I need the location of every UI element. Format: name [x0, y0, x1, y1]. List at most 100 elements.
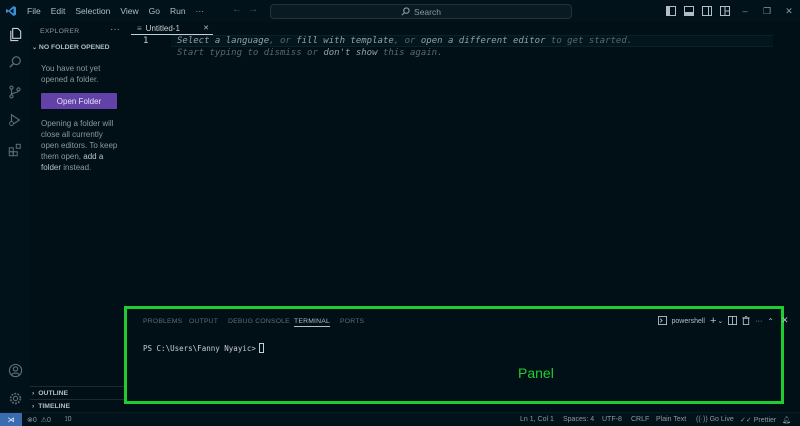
restore-icon[interactable]: ❐	[756, 0, 778, 22]
new-terminal-plus-icon[interactable]: +	[710, 315, 716, 327]
back-arrow-icon[interactable]: ←	[232, 4, 242, 15]
maximize-panel-chevron-up-icon[interactable]: ⌃	[767, 317, 774, 326]
menu-more[interactable]: ···	[191, 6, 210, 16]
forward-arrow-icon[interactable]: →	[248, 4, 258, 15]
search-icon	[401, 7, 410, 16]
line-ending[interactable]: CRLF	[631, 416, 649, 423]
no-folder-section-header[interactable]: ⌄ NO FOLDER OPENED	[32, 44, 110, 51]
editor-area[interactable]: 1 Select a language, or fill with templa…	[131, 35, 800, 305]
warning-count: 0	[47, 417, 51, 424]
search-placeholder: Search	[414, 6, 441, 17]
minimize-icon[interactable]: –	[734, 0, 756, 22]
terminal-prompt[interactable]: PS C:\Users\Fanny Nyayic>	[143, 343, 264, 353]
menu-view[interactable]: View	[115, 6, 143, 16]
activity-bar	[0, 22, 30, 412]
no-folder-message: You have not yet opened a folder.	[41, 63, 121, 85]
tab-terminal[interactable]: TERMINAL	[294, 318, 330, 327]
menu-selection[interactable]: Selection	[70, 6, 115, 16]
terminal-shell-name[interactable]: powershell	[672, 318, 705, 325]
no-folder-section-title: NO FOLDER OPENED	[38, 44, 110, 51]
dont-show-link[interactable]: don't show	[323, 48, 377, 58]
prettier-status[interactable]: ✓✓ Prettier	[740, 416, 776, 424]
info-line-1: Opening a folder will	[41, 119, 114, 128]
tab-untitled-1[interactable]: ≡ Untitled-1 ✕	[131, 22, 213, 35]
menu-edit[interactable]: Edit	[46, 6, 71, 16]
run-debug-icon[interactable]	[5, 110, 25, 130]
menu-bar: File Edit Selection View Go Run ···	[22, 6, 209, 16]
chevron-right-icon: ›	[32, 389, 35, 397]
search-view-icon[interactable]	[5, 52, 25, 72]
notifications-bell-icon[interactable]: 🔔︎	[782, 416, 791, 424]
editor-tabs: ≡ Untitled-1 ✕	[131, 22, 800, 35]
toggle-panel-icon[interactable]	[683, 5, 695, 17]
hint-text: to get started.	[545, 36, 633, 46]
add-folder-link-continued[interactable]: folder	[41, 163, 61, 172]
line-number: 1	[143, 36, 149, 46]
fill-template-link[interactable]: fill with template	[296, 36, 394, 46]
file-icon: ≡	[137, 23, 142, 33]
info-line-5: instead.	[61, 163, 92, 172]
hint-text: Start typing to dismiss or	[177, 48, 324, 58]
error-count: 0	[32, 417, 37, 424]
tab-problems[interactable]: PROBLEMS	[143, 318, 182, 325]
tab-debug-console[interactable]: DEBUG CONSOLE	[228, 318, 290, 325]
outline-section-header[interactable]: › OUTLINE	[30, 386, 126, 399]
panel-toolbar: powershell + ⌄ ··· ⌃	[657, 315, 774, 327]
close-panel-icon[interactable]: ✕	[781, 315, 789, 326]
editor-hint-line-2: Start typing to dismiss or don't show th…	[177, 48, 443, 58]
explorer-more-actions[interactable]: ···	[110, 24, 120, 35]
tab-ports[interactable]: PORTS	[340, 318, 364, 325]
open-different-editor-link[interactable]: open a different editor	[421, 36, 546, 46]
info-line-3: open editors. To keep	[41, 141, 118, 150]
no-folder-line-1: You have not yet	[41, 64, 101, 73]
go-live-button[interactable]: ((·)) Go Live	[696, 416, 734, 423]
customize-layout-icon[interactable]	[719, 5, 731, 17]
terminal-icon	[657, 315, 667, 327]
problems-status[interactable]: ⊗0 ⚠0	[27, 416, 51, 424]
hint-text: this again.	[377, 48, 443, 58]
explorer-icon[interactable]	[5, 24, 25, 44]
menu-run[interactable]: Run	[165, 6, 191, 16]
tab-output[interactable]: OUTPUT	[189, 318, 218, 325]
remote-indicator-icon[interactable]: ⋊	[0, 413, 22, 426]
terminal-cursor	[258, 343, 264, 353]
double-check-icon: ✓✓	[740, 417, 752, 424]
split-terminal-icon[interactable]	[728, 315, 738, 327]
kill-terminal-trash-icon[interactable]	[742, 315, 750, 327]
timeline-title: TIMELINE	[38, 402, 70, 410]
toggle-primary-sidebar-icon[interactable]	[665, 5, 677, 17]
toggle-secondary-sidebar-icon[interactable]	[701, 5, 713, 17]
ports-status[interactable]: ⟟0	[65, 416, 72, 424]
explorer-sidebar: EXPLORER ··· ⌄ NO FOLDER OPENED You have…	[30, 22, 126, 412]
encoding[interactable]: UTF-8	[602, 416, 622, 423]
add-folder-link[interactable]: add a	[83, 152, 103, 161]
select-language-link[interactable]: Select a language	[177, 36, 269, 46]
close-window-icon[interactable]: ✕	[778, 0, 800, 22]
cursor-position[interactable]: Ln 1, Col 1	[520, 416, 554, 423]
command-center-search[interactable]: Search	[270, 4, 572, 19]
language-mode[interactable]: Plain Text	[656, 416, 686, 423]
close-tab-icon[interactable]: ✕	[203, 24, 209, 32]
chevron-down-icon[interactable]: ⌄	[717, 317, 723, 325]
status-bar: ⋊ ⊗0 ⚠0 ⟟0 Ln 1, Col 1 Spaces: 4 UTF-8 C…	[0, 412, 800, 426]
info-line-2: close all currently	[41, 130, 103, 139]
editor-hint-line-1: Select a language, or fill with template…	[177, 36, 632, 46]
more-actions-icon[interactable]: ···	[755, 318, 762, 325]
explorer-title: EXPLORER	[40, 28, 80, 35]
source-control-icon[interactable]	[5, 82, 25, 102]
outline-title: OUTLINE	[38, 389, 69, 397]
manage-gear-icon[interactable]	[5, 388, 25, 408]
broadcast-icon: ((·))	[696, 416, 708, 423]
chevron-right-icon: ›	[32, 402, 35, 410]
vscode-logo-icon	[0, 0, 22, 22]
ports-count: 0	[67, 416, 72, 423]
indentation[interactable]: Spaces: 4	[563, 416, 594, 423]
info-line-4: them open,	[41, 152, 84, 161]
timeline-section-header[interactable]: › TIMELINE	[30, 399, 126, 412]
menu-file[interactable]: File	[22, 6, 46, 16]
menu-go[interactable]: Go	[144, 6, 165, 16]
open-folder-button[interactable]: Open Folder	[41, 93, 117, 109]
go-live-label: Go Live	[709, 416, 734, 423]
extensions-icon[interactable]	[5, 140, 25, 160]
accounts-icon[interactable]	[5, 360, 25, 380]
